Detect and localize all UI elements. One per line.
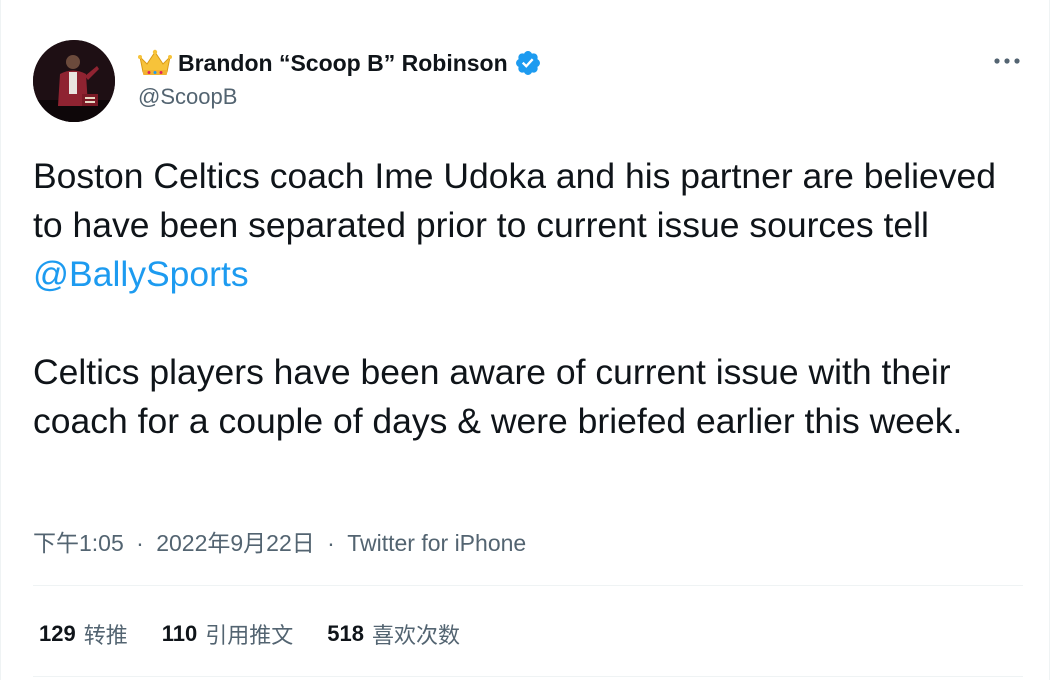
verified-badge-icon: [514, 49, 542, 77]
tweet-paragraph-2: Celtics players have been aware of curre…: [33, 352, 963, 441]
quotes-label: 引用推文: [205, 623, 294, 648]
tweet-meta: 下午1:05 · 2022年9月22日 · Twitter for iPhone: [33, 524, 526, 558]
likes-stat[interactable]: 518 喜欢次数: [327, 618, 460, 650]
more-dots-icon: [994, 58, 1020, 64]
likes-label: 喜欢次数: [371, 623, 460, 648]
tweet-source[interactable]: Twitter for iPhone: [347, 530, 526, 556]
quotes-stat[interactable]: 110 引用推文: [162, 618, 294, 650]
crown-icon: [138, 49, 172, 77]
meta-separator: ·: [327, 530, 335, 556]
mention-link[interactable]: @BallySports: [33, 254, 249, 294]
likes-count: 518: [327, 621, 364, 646]
tweet-date[interactable]: 2022年9月22日: [156, 530, 315, 556]
author-name-row[interactable]: Brandon “Scoop B” Robinson: [138, 44, 542, 82]
avatar[interactable]: [33, 40, 115, 122]
tweet-paragraph-1-text: Boston Celtics coach Ime Udoka and his p…: [33, 156, 996, 245]
quotes-count: 110: [161, 621, 198, 646]
divider: [33, 585, 1023, 586]
retweets-label: 转推: [83, 623, 128, 648]
author-name[interactable]: Brandon “Scoop B” Robinson: [178, 50, 508, 77]
more-options-button[interactable]: [989, 46, 1025, 76]
tweet-card: Brandon “Scoop B” Robinson @ScoopB Bosto…: [0, 0, 1050, 680]
retweets-stat[interactable]: 129 转推: [39, 618, 128, 650]
meta-separator: ·: [136, 530, 144, 556]
tweet-text: Boston Celtics coach Ime Udoka and his p…: [33, 152, 1023, 446]
tweet-paragraph-1: Boston Celtics coach Ime Udoka and his p…: [33, 152, 1023, 299]
retweets-count: 129: [39, 621, 76, 646]
tweet-time[interactable]: 下午1:05: [33, 530, 124, 556]
author-handle[interactable]: @ScoopB: [138, 84, 237, 110]
avatar-image: [33, 40, 115, 122]
tweet-stats: 129 转推 110 引用推文 518 喜欢次数: [39, 618, 494, 650]
divider: [33, 676, 1023, 677]
